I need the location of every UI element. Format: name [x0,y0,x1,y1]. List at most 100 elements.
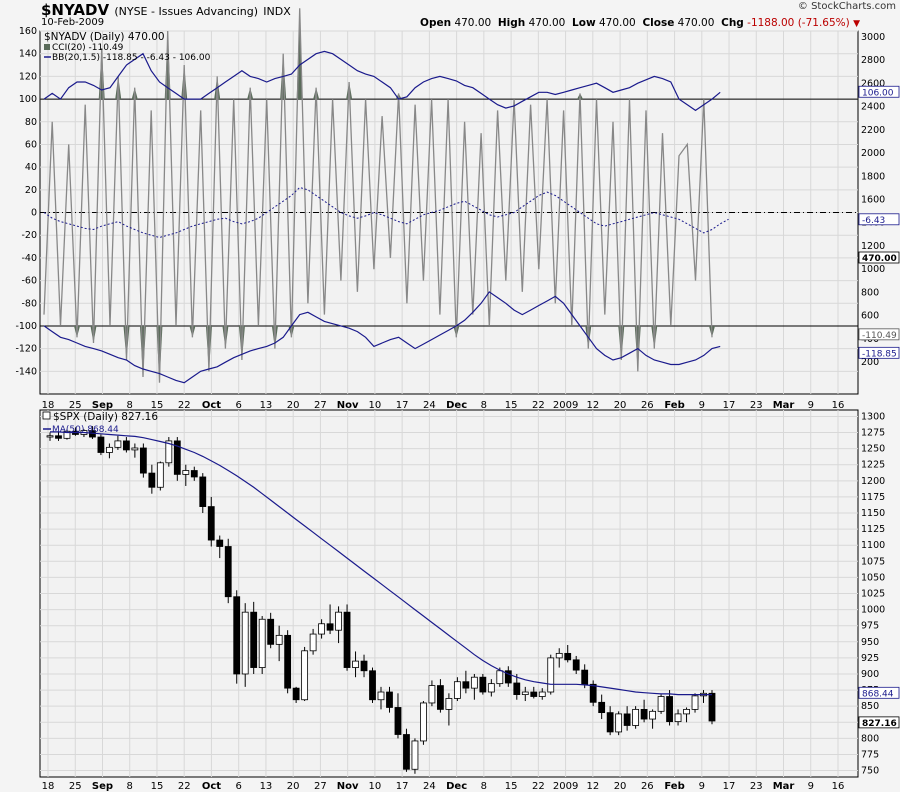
candle-up [182,470,190,475]
candle-up [335,611,342,631]
indicator-panel-x-tick-label: 17 [396,400,409,411]
nyadv-last-value-label: 470.00 [862,254,897,264]
indicator-panel-x-tick-label: 8 [127,400,133,411]
candle-down [581,669,589,685]
price-y-tick-label: 925 [861,653,879,664]
candle-down [462,681,470,689]
chart-canvas: 160 140 120 100 80 60 40 20 0 -20 -40 -60 -80 -100 -12… [15,8,900,792]
price-y-tick-label: 1250 [861,444,885,455]
indicator-panel-x-tick-label: Feb [664,400,684,411]
indicator-panel-x-tick-label: Nov [337,400,359,411]
bb-lower-value-label: -118.85 [862,349,897,359]
candle-down [55,435,62,439]
bb-middle-value-label: -6.43 [862,216,885,226]
price-y-tick-label: 1150 [861,508,885,519]
price-y-tick-label: 1000 [861,605,885,616]
indicator-panel-x-tick-label: 22 [178,400,191,411]
price-panel-x-tick-label: Nov [337,781,359,792]
indicator-y-tick-label: -140 [15,366,37,377]
price-panel-x-tick-label: 24 [423,781,436,792]
candle-up [538,691,546,697]
price-panel-x-tick-label: 8 [481,781,487,792]
indicator-y-tick-label: 160 [19,26,37,37]
price-panel-x-tick-label: 12 [586,781,599,792]
indicator-panel-x-tick-label: 25 [69,400,82,411]
indicator-panel-x-tick-label: 20 [287,400,300,411]
indicator-panel-x-tick-label: Oct [202,400,221,411]
price-panel-x-tick-label: 17 [723,781,736,792]
candle-up [106,446,113,453]
candle-down [606,712,614,733]
indicator-panel-x-tick-label: 12 [586,400,599,411]
price-panel-x-tick-label: 9 [699,781,705,792]
indicator-y-tick-label: 60 [25,139,37,150]
candle-up [241,611,249,675]
indicator-panel-x-tick-label: 20 [614,400,627,411]
price-panel-x-tick-label: Mar [773,781,795,792]
candle-down [233,596,241,675]
candle-down [343,611,351,668]
price-panel-x-tick-label: 22 [532,781,545,792]
price-panel-x-tick-label: 6 [236,781,242,792]
price-y-tick-label: 1200 [861,476,885,487]
indicator-right-tick-label: 1000 [861,264,885,275]
candle-up [470,676,478,689]
price-y-tick-label: 800 [861,733,879,744]
cci-legend-swatch [44,44,50,50]
price-panel-x-tick-label: 20 [614,781,627,792]
candle-up [114,440,122,448]
indicator-panel-x-tick-label: 10 [369,400,382,411]
indicator-panel-x-tick-label: 23 [750,400,763,411]
price-panel-x-tick-label: 20 [287,781,300,792]
indicator-panel-x-tick-label: 22 [532,400,545,411]
price-panel-x-tick-label: Oct [202,781,221,792]
price-y-tick-label: 750 [861,766,879,777]
price-y-tick-label: 850 [861,701,879,712]
candle-up [657,696,665,712]
candle-up [691,695,699,710]
price-y-tick-label: 1075 [861,556,885,567]
candle-down [199,476,207,507]
price-y-tick-label: 975 [861,621,879,632]
indicator-y-tick-label: -120 [15,344,37,355]
price-panel-x-tick-label: 15 [151,781,164,792]
candle-down [97,436,105,453]
bb-legend-label: BB(20,1.5) -118.85 - -6.43 - 106.00 [52,53,211,63]
candle-down [640,708,648,720]
candle-up [258,618,266,668]
price-panel-x-tick-label: Sep [92,781,113,792]
candle-down [394,707,402,735]
price-panel-x-tick-label: Feb [664,781,684,792]
price-y-tick-label: 1175 [861,492,885,503]
price-panel-x-tick-label: 22 [178,781,191,792]
candle-up [547,657,555,693]
indicator-y-tick-label: 120 [19,71,37,82]
indicator-y-tick-label: 40 [25,162,37,173]
indicator-y-tick-label: -40 [21,253,37,264]
candle-down [224,546,232,598]
indicator-right-tick-label: 2200 [861,125,885,136]
price-panel-x-tick-label: 2009 [553,781,578,792]
candle-down [122,440,130,451]
indicator-panel-x-tick-label: Sep [92,400,113,411]
indicator-panel-x-tick-label: 6 [236,400,242,411]
price-y-tick-label: 1300 [861,411,885,422]
candle-up [318,623,325,635]
candle-down [386,691,393,708]
indicator-y-tick-label: -20 [21,230,37,241]
candle-down [708,692,716,722]
price-y-tick-label: 1025 [861,589,885,600]
indicator-panel-x-tick-label: 13 [260,400,273,411]
indicator-right-tick-label: 1800 [861,171,885,182]
candle-down [513,682,521,695]
indicator-y-tick-label: -60 [21,276,37,287]
candle-down [564,652,572,661]
indicator-panel-x-tick-label: 17 [723,400,736,411]
spx-last-value-label: 827.16 [862,719,897,729]
price-panel-x-tick-label: 25 [69,781,82,792]
indicator-y-tick-label: 80 [25,117,37,128]
cci-value-label: -110.49 [862,331,897,341]
indicator-y-tick-label: 140 [19,49,37,60]
indicator-right-tick-label: 2000 [861,148,885,159]
bb-upper-value-label: 106.00 [862,88,894,98]
